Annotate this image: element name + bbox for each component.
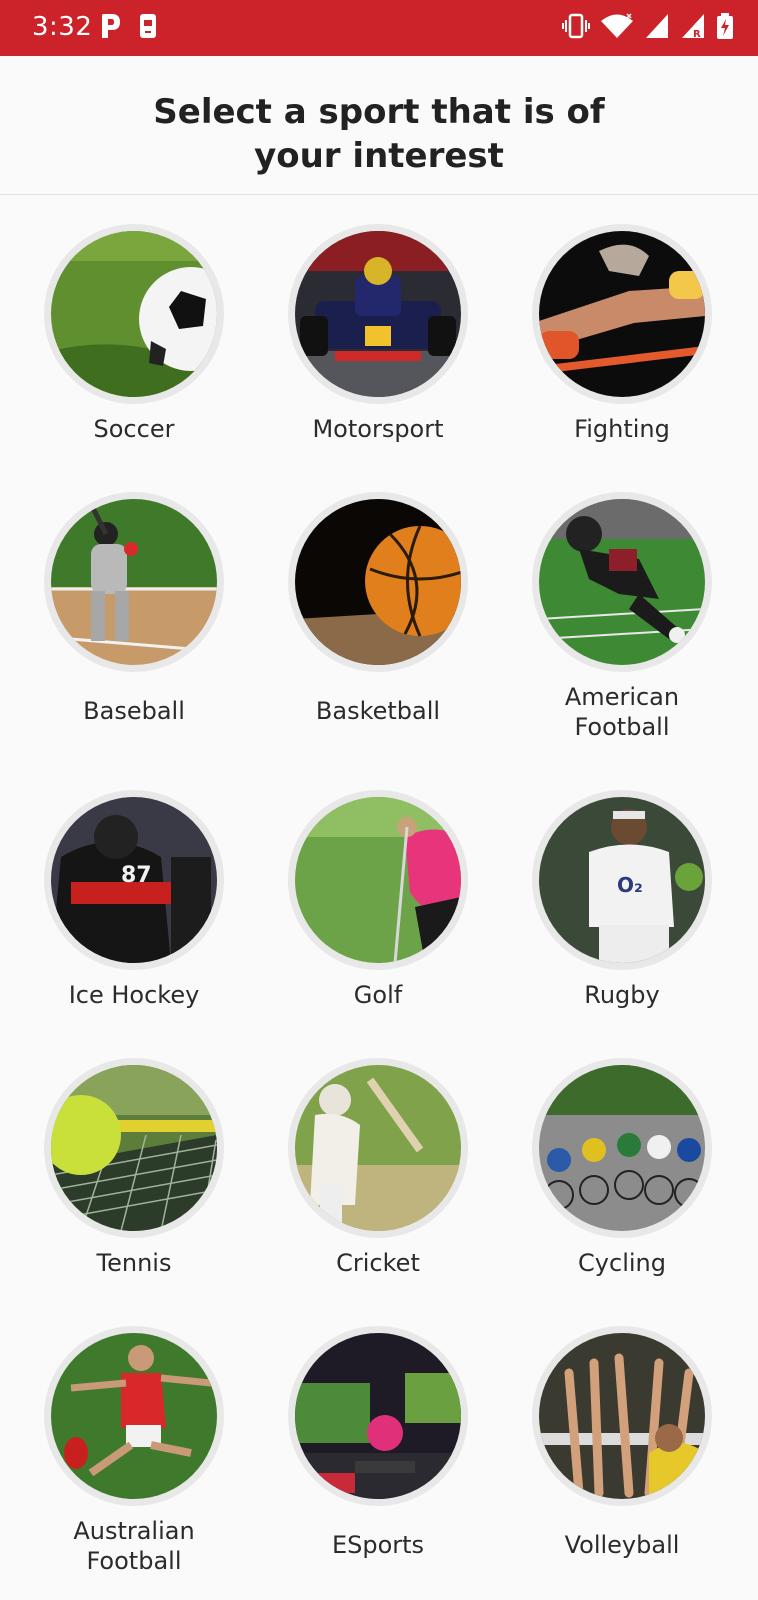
sport-label: Ice Hockey xyxy=(68,981,200,1009)
sport-label: Cricket xyxy=(336,1249,420,1277)
page-title-line1: Select a sport that is of xyxy=(153,92,605,132)
signal-icon xyxy=(644,12,670,45)
sport-label: American Football xyxy=(564,683,680,741)
soccer-image xyxy=(44,224,224,404)
golf-image xyxy=(288,790,468,970)
baseball-image xyxy=(44,492,224,672)
ice-hockey-image: 87 xyxy=(44,790,224,970)
parking-app-icon xyxy=(98,12,122,45)
sport-label: Fighting xyxy=(574,415,670,443)
sport-label: ESports xyxy=(331,1531,425,1559)
vibrate-icon xyxy=(562,12,590,45)
status-right-icons: R xyxy=(562,12,734,44)
sport-label: Tennis xyxy=(96,1249,172,1277)
status-time: 3:32 xyxy=(32,12,93,42)
status-bar: 3:32 R xyxy=(0,0,758,56)
roaming-signal-icon: R xyxy=(680,12,706,45)
sport-label: Baseball xyxy=(83,697,185,725)
rugby-image: O₂ xyxy=(532,790,712,970)
sport-label: Motorsport xyxy=(312,415,444,443)
sport-label: Cycling xyxy=(578,1249,666,1277)
sport-label: Soccer xyxy=(93,415,175,443)
american-football-image xyxy=(532,492,712,672)
esports-image xyxy=(288,1326,468,1506)
sport-label: Basketball xyxy=(315,697,441,725)
wifi-icon xyxy=(600,12,634,45)
page-title-line2: your interest xyxy=(254,136,504,176)
sport-label: Rugby xyxy=(584,981,660,1009)
tennis-image xyxy=(44,1058,224,1238)
sport-label: Australian Football xyxy=(73,1517,195,1575)
volleyball-image xyxy=(532,1326,712,1506)
svg-text:O₂: O₂ xyxy=(617,873,643,897)
cricket-image xyxy=(288,1058,468,1238)
sports-grid: Soccer Motorsport Fighting Baseball Bask… xyxy=(0,194,758,1600)
fighting-image xyxy=(532,224,712,404)
battery-charging-icon xyxy=(716,12,734,45)
svg-text:87: 87 xyxy=(121,863,152,888)
australian-football-image xyxy=(44,1326,224,1506)
svg-text:R: R xyxy=(693,29,701,40)
header: Select a sport that is of your interest xyxy=(0,56,758,195)
sport-label: Volleyball xyxy=(564,1531,680,1559)
status-left-icons xyxy=(98,12,158,44)
motorsport-image xyxy=(288,224,468,404)
page-title: Select a sport that is of your interest xyxy=(0,90,758,178)
sport-label: Golf xyxy=(353,981,403,1009)
cycling-image xyxy=(532,1058,712,1238)
phone-notification-icon xyxy=(138,12,158,45)
basketball-image xyxy=(288,492,468,672)
